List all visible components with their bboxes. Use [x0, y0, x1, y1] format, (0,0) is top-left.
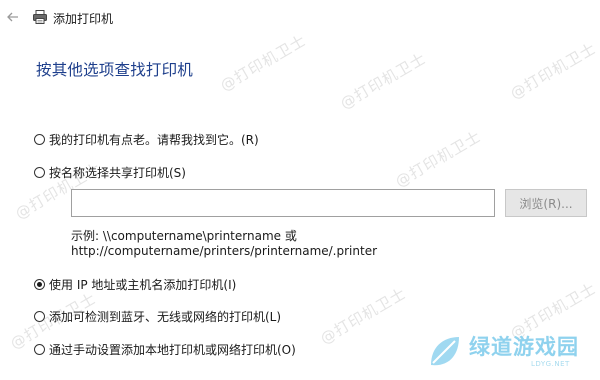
watermark: @打印机卫士	[507, 39, 600, 103]
title-bar: 添加打印机	[0, 0, 600, 36]
option-label: 按名称选择共享打印机(S)	[49, 166, 186, 180]
watermark: @打印机卫士	[217, 31, 310, 95]
browse-button[interactable]: 浏览(R)...	[505, 189, 587, 217]
logo-name: 绿道游戏园	[469, 334, 579, 359]
printer-icon	[33, 10, 47, 24]
radio-button[interactable]	[34, 279, 45, 290]
window-title: 添加打印机	[53, 12, 114, 26]
radio-button[interactable]	[34, 311, 45, 322]
option-manual-local-network[interactable]: 通过手动设置添加本地打印机或网络打印机(O)	[34, 341, 296, 358]
watermark: @打印机卫士	[392, 127, 485, 191]
option-old-printer[interactable]: 我的打印机有点老。请帮我找到它。(R)	[34, 131, 259, 148]
option-bluetooth-wireless-network[interactable]: 添加可检测到蓝牙、无线或网络的打印机(L)	[34, 308, 281, 325]
site-logo: 绿道游戏园 LDYG.NET	[425, 330, 595, 374]
radio-button[interactable]	[34, 167, 45, 178]
leaf-logo-icon	[431, 337, 459, 366]
watermark: @打印机卫士	[337, 49, 430, 113]
option-label: 使用 IP 地址或主机名添加打印机(I)	[49, 278, 237, 292]
shared-printer-name-input[interactable]	[71, 189, 495, 217]
watermark: @打印机卫士	[317, 284, 410, 348]
option-ip-hostname[interactable]: 使用 IP 地址或主机名添加打印机(I)	[34, 276, 236, 293]
example-text-line2: http://computername/printers/printername…	[71, 244, 378, 258]
example-text-line1: 示例: \\computername\printername 或	[71, 229, 297, 243]
option-label: 我的打印机有点老。请帮我找到它。(R)	[49, 133, 259, 147]
radio-button[interactable]	[34, 344, 45, 355]
logo-subtitle: LDYG.NET	[531, 359, 570, 368]
radio-button[interactable]	[34, 134, 45, 145]
option-label: 通过手动设置添加本地打印机或网络打印机(O)	[49, 343, 296, 357]
back-arrow-icon[interactable]	[6, 10, 20, 24]
page-title: 按其他选项查找打印机	[36, 61, 194, 79]
option-shared-printer[interactable]: 按名称选择共享打印机(S)	[34, 164, 186, 181]
option-label: 添加可检测到蓝牙、无线或网络的打印机(L)	[49, 310, 282, 324]
